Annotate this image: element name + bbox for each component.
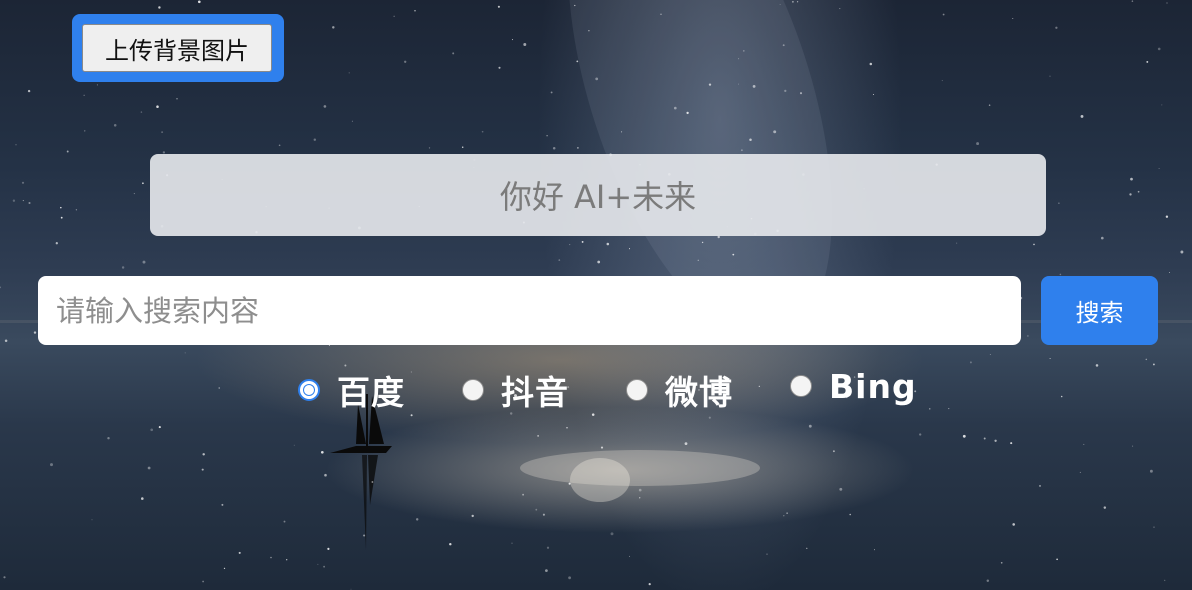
search-button[interactable]: 搜索 <box>1041 276 1158 345</box>
radio-weibo[interactable] <box>626 379 648 401</box>
engine-option-douyin[interactable]: 抖音 <box>462 366 569 414</box>
search-input[interactable] <box>38 276 1021 345</box>
greeting-text: 你好 AI+未来 <box>499 178 697 216</box>
engine-option-bing[interactable]: Bing <box>790 362 917 410</box>
engine-label-bing: Bing <box>829 366 917 406</box>
engine-label-douyin: 抖音 <box>501 373 569 412</box>
engine-label-weibo: 微博 <box>665 373 733 412</box>
page-background: 上传背景图片 你好 AI+未来 搜索 百度 抖音 微博 Bing <box>0 0 1192 590</box>
sailboat-icon <box>330 394 392 550</box>
search-engine-options: 百度 抖音 微博 Bing <box>0 366 1192 414</box>
radio-bing[interactable] <box>790 375 812 397</box>
greeting-banner: 你好 AI+未来 <box>150 154 1046 236</box>
engine-option-baidu[interactable]: 百度 <box>298 366 405 414</box>
upload-button-frame: 上传背景图片 <box>72 14 284 82</box>
upload-background-button[interactable]: 上传背景图片 <box>82 24 272 72</box>
radio-douyin[interactable] <box>462 379 484 401</box>
engine-option-weibo[interactable]: 微博 <box>626 366 733 414</box>
radio-baidu[interactable] <box>298 379 320 401</box>
engine-label-baidu: 百度 <box>337 373 405 412</box>
